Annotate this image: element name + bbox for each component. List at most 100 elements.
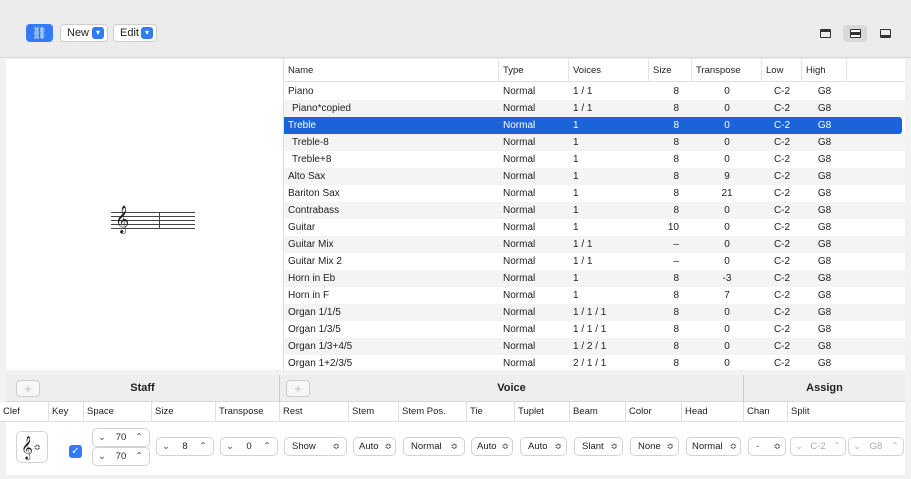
column-name[interactable]: Name xyxy=(284,59,499,82)
cell-name: Horn in F xyxy=(288,290,330,301)
cell-size: 8 xyxy=(673,273,679,284)
cell-size: 8 xyxy=(673,188,679,199)
table-row[interactable]: Organ 1/1/5 Normal 1 / 1 / 1 8 0 C-2 G8 xyxy=(284,304,905,321)
new-menu-button[interactable]: New ▾ xyxy=(60,24,108,42)
cell-transpose: 0 xyxy=(724,341,730,352)
cell-voices: 1 / 1 / 1 xyxy=(573,324,607,335)
cell-size: 8 xyxy=(673,103,679,114)
assign-section-title: Assign xyxy=(806,382,843,394)
table-row[interactable]: ✓TrebleNormal180C-2G8 xyxy=(284,117,902,134)
table-row[interactable]: Treble-8 Normal 1 8 0 C-2 G8 xyxy=(284,134,905,151)
cell-high: G8 xyxy=(817,205,832,216)
column-size[interactable]: Size xyxy=(649,59,692,82)
column-high[interactable]: High xyxy=(802,59,847,82)
size-stepper[interactable]: ⌄ 8 ⌃ xyxy=(156,437,214,456)
table-row[interactable]: Organ 1/3+4/5 Normal 1 / 2 / 1 8 0 C-2 G8 xyxy=(284,338,905,355)
transpose-stepper[interactable]: ⌄ 0 ⌃ xyxy=(220,437,278,456)
cell-low: C-2 xyxy=(773,120,791,131)
column-transpose[interactable]: Transpose xyxy=(692,59,762,82)
cell-low: C-2 xyxy=(773,324,791,335)
cell-size: 8 xyxy=(673,341,679,352)
cell-type: Normal xyxy=(503,120,536,131)
table-row[interactable]: Alto Sax Normal 1 8 9 C-2 G8 xyxy=(284,168,905,185)
clef-selector[interactable]: 𝄞 ≎ xyxy=(16,431,48,463)
table-row[interactable]: Organ 1+2/3/5 Normal 2 / 1 / 1 8 0 C-2 G8 xyxy=(284,355,905,370)
column-type[interactable]: Type xyxy=(499,59,569,82)
link-icon: ⛓ xyxy=(31,26,48,40)
beam-select[interactable]: Slant ≎ xyxy=(574,437,623,456)
edit-menu-button[interactable]: Edit ▾ xyxy=(113,24,157,42)
cell-name: Guitar xyxy=(288,222,316,233)
cell-transpose: -3 xyxy=(722,273,732,284)
head-select[interactable]: Normal ≎ xyxy=(686,437,741,456)
channel-value: - xyxy=(756,441,760,452)
cell-size: 8 xyxy=(673,307,679,318)
tuplet-value: Auto xyxy=(528,441,548,452)
table-row[interactable]: Horn in F Normal 1 8 7 C-2 G8 xyxy=(284,287,905,304)
cell-name: Guitar Mix xyxy=(288,239,334,250)
split-low-stepper[interactable]: ⌄ C-2 ⌃ xyxy=(790,437,846,456)
cell-low: C-2 xyxy=(773,307,791,318)
link-button[interactable]: ⛓ xyxy=(26,24,53,42)
chevron-down-icon: ▾ xyxy=(92,27,104,39)
cell-voices: 1 xyxy=(573,222,579,233)
table-row[interactable]: Piano Normal 1 / 1 8 0 C-2 G8 xyxy=(284,83,905,100)
table-row[interactable]: Guitar Mix Normal 1 / 1 – 0 C-2 G8 xyxy=(284,236,905,253)
stem-value: Auto xyxy=(359,441,379,452)
cell-low: C-2 xyxy=(773,86,791,97)
cell-high: G8 xyxy=(817,341,832,352)
cell-transpose: 0 xyxy=(724,324,730,335)
cell-low: C-2 xyxy=(773,137,791,148)
view-top-button[interactable] xyxy=(813,25,837,42)
cell-size: 10 xyxy=(667,222,679,233)
table-row[interactable]: Contrabass Normal 1 8 0 C-2 G8 xyxy=(284,202,905,219)
cell-high: G8 xyxy=(817,103,832,114)
cell-transpose: 0 xyxy=(724,86,730,97)
table-row[interactable]: Piano*copied Normal 1 / 1 8 0 C-2 G8 xyxy=(284,100,905,117)
stem-select[interactable]: Auto ≎ xyxy=(353,437,396,456)
cell-voices: 1 / 2 / 1 xyxy=(573,341,607,352)
stem-pos-select[interactable]: Normal ≎ xyxy=(403,437,465,456)
table-row[interactable]: Guitar Normal 1 10 0 C-2 G8 xyxy=(284,219,905,236)
channel-select[interactable]: - ≎ xyxy=(748,437,786,456)
view-bottom-button[interactable] xyxy=(873,25,897,42)
col-stem-pos: Stem Pos. xyxy=(399,402,467,422)
cell-transpose: 21 xyxy=(721,188,733,199)
table-row[interactable]: Horn in Eb Normal 1 8 -3 C-2 G8 xyxy=(284,270,905,287)
table-row[interactable]: Bariton Sax Normal 1 8 21 C-2 G8 xyxy=(284,185,905,202)
cell-voices: 1 xyxy=(573,137,579,148)
chevron-up-icon[interactable]: ⌃ xyxy=(891,438,899,455)
space-above-stepper[interactable]: ⌄ 70 ⌃ xyxy=(92,428,150,447)
tie-select[interactable]: Auto ≎ xyxy=(471,437,513,456)
column-low[interactable]: Low xyxy=(762,59,802,82)
cell-type: Normal xyxy=(503,256,536,267)
chevron-up-icon[interactable]: ⌃ xyxy=(833,438,841,455)
chevron-up-icon[interactable]: ⌃ xyxy=(135,448,143,465)
tuplet-select[interactable]: Auto ≎ xyxy=(520,437,567,456)
chevron-up-icon[interactable]: ⌃ xyxy=(135,429,143,446)
cell-voices: 1 xyxy=(573,171,579,182)
cell-voices: 1 xyxy=(573,290,579,301)
table-row[interactable]: Guitar Mix 2 Normal 1 / 1 – 0 C-2 G8 xyxy=(284,253,905,270)
rest-select[interactable]: Show ≎ xyxy=(284,437,347,456)
cell-transpose: 0 xyxy=(724,256,730,267)
column-voices[interactable]: Voices xyxy=(569,59,649,82)
updown-chevron-icon: ≎ xyxy=(33,442,41,452)
table-row[interactable]: Organ 1/3/5 Normal 1 / 1 / 1 8 0 C-2 G8 xyxy=(284,321,905,338)
cell-type: Normal xyxy=(503,273,536,284)
table-row[interactable]: Treble+8 Normal 1 8 0 C-2 G8 xyxy=(284,151,905,168)
key-checkbox[interactable]: ✓ xyxy=(69,445,82,458)
col-transpose: Transpose xyxy=(216,402,280,422)
cell-type: Normal xyxy=(503,290,536,301)
color-select[interactable]: None ≎ xyxy=(630,437,679,456)
cell-size: 8 xyxy=(673,137,679,148)
space-below-stepper[interactable]: ⌄ 70 ⌃ xyxy=(92,447,150,466)
col-size: Size xyxy=(152,402,216,422)
chevron-up-icon[interactable]: ⌃ xyxy=(263,438,271,455)
view-middle-button[interactable] xyxy=(843,25,867,42)
cell-voices: 1 / 1 xyxy=(573,86,593,97)
cell-name: Organ 1/1/5 xyxy=(288,307,341,318)
split-high-stepper[interactable]: ⌄ G8 ⌃ xyxy=(848,437,904,456)
chevron-up-icon[interactable]: ⌃ xyxy=(199,438,207,455)
cell-high: G8 xyxy=(817,358,832,369)
